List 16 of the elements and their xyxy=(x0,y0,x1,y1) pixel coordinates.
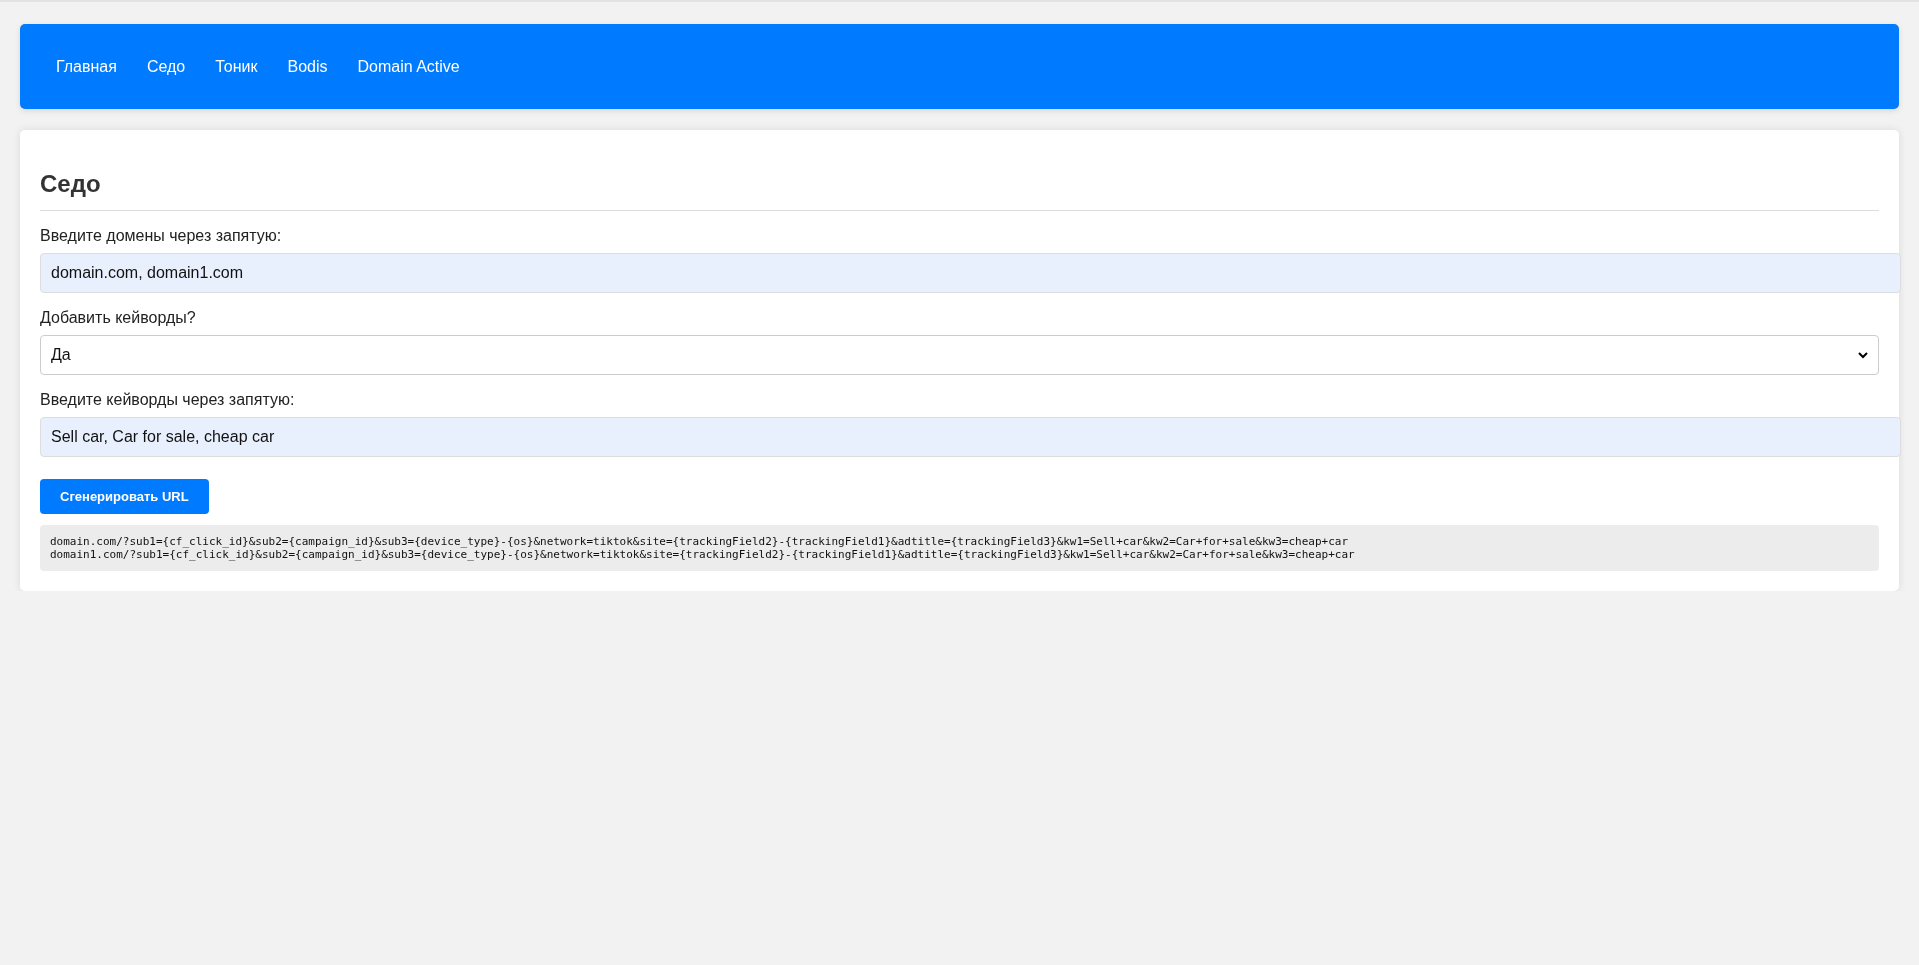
nav-link[interactable]: Bodis xyxy=(272,57,343,76)
field-label: Введите домены через запятую: xyxy=(40,227,283,245)
nav-link[interactable]: Седо xyxy=(131,57,201,76)
dropdown[interactable]: Да xyxy=(40,335,1879,375)
input-field[interactable]: Sell car, Car for sale, cheap car xyxy=(40,417,1901,457)
generate-url-button[interactable]: Сгенерировать URL xyxy=(40,479,209,514)
nav-link[interactable]: Тоник xyxy=(200,57,273,76)
field-label: Добавить кейворды? xyxy=(40,309,197,327)
input-field[interactable]: domain.com, domain1.com xyxy=(40,253,1901,293)
url-line: domain1.com/?sub1={cf_click_id}&sub2={campaign_id}&sub3={device_type}-{os}&network=tiktok&site={trackingField2}-{trackingField1}&adtitle={trackingField3}&kw1=Sell+car&kw2=Car+for+sale&kw3=cheap+car xyxy=(50,548,1356,562)
nav-link[interactable]: Главная xyxy=(41,57,132,76)
url-line: domain.com/?sub1={cf_click_id}&sub2={campaign_id}&sub3={device_type}-{os}&network=tiktok&site={trackingField2}-{trackingField1}&adtitle={trackingField3}&kw1=Sell+car&kw2=Car+for+sale&kw3=cheap+car xyxy=(50,535,1350,549)
section-title: Седо xyxy=(40,170,1879,211)
field-label: Введите кейворды через запятую: xyxy=(40,391,296,409)
nav-link[interactable]: Domain Active xyxy=(342,57,475,76)
chevron-down-icon xyxy=(1858,351,1868,359)
